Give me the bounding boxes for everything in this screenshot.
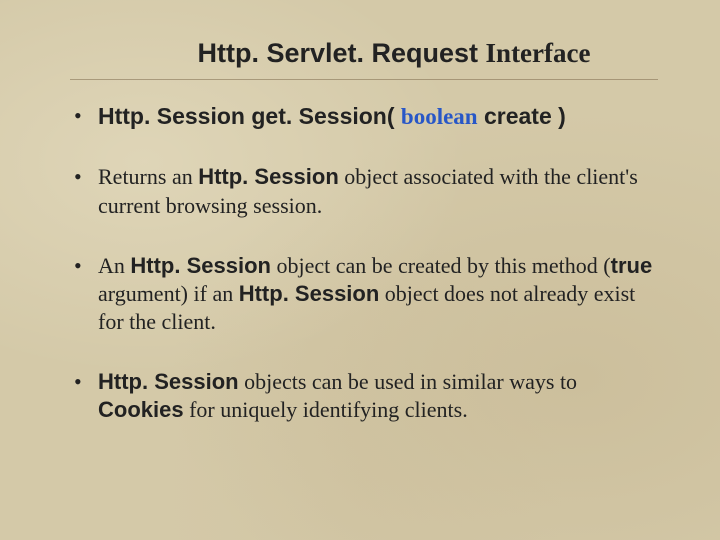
- method-signature: Http. Session get. Session( boolean crea…: [98, 103, 566, 129]
- b3-mid2: argument) if an: [98, 281, 239, 306]
- title-part1: Http. Servlet. Request: [197, 38, 485, 68]
- b4-cookies: Cookies: [98, 397, 184, 422]
- slide: Http. Servlet. Request Interface Http. S…: [0, 0, 720, 540]
- title-divider: [70, 79, 658, 80]
- b4-class: Http. Session: [98, 369, 239, 394]
- b3-pre: An: [98, 253, 130, 278]
- bullet-3: An Http. Session object can be created b…: [70, 252, 658, 336]
- sig-keyword: boolean: [401, 104, 478, 129]
- bullet-2: Returns an Http. Session object associat…: [70, 163, 658, 219]
- b3-mid1: object can be created by this method (: [271, 253, 611, 278]
- b3-class2: Http. Session: [239, 281, 380, 306]
- sig-tail: create ): [478, 103, 566, 129]
- b3-true: true: [611, 253, 653, 278]
- bullet-4: Http. Session objects can be used in sim…: [70, 368, 658, 424]
- slide-title: Http. Servlet. Request Interface: [130, 38, 658, 69]
- bullet-list: Http. Session get. Session( boolean crea…: [70, 102, 658, 425]
- b3-class1: Http. Session: [130, 253, 271, 278]
- sig-class: Http. Session: [98, 103, 245, 129]
- b2-class: Http. Session: [198, 164, 339, 189]
- b4-mid: objects can be used in similar ways to: [239, 369, 577, 394]
- title-part2: Interface: [486, 38, 591, 68]
- b4-post: for uniquely identifying clients.: [184, 397, 468, 422]
- bullet-1: Http. Session get. Session( boolean crea…: [70, 102, 658, 131]
- sig-method: get. Session(: [245, 103, 401, 129]
- b2-pre: Returns an: [98, 164, 198, 189]
